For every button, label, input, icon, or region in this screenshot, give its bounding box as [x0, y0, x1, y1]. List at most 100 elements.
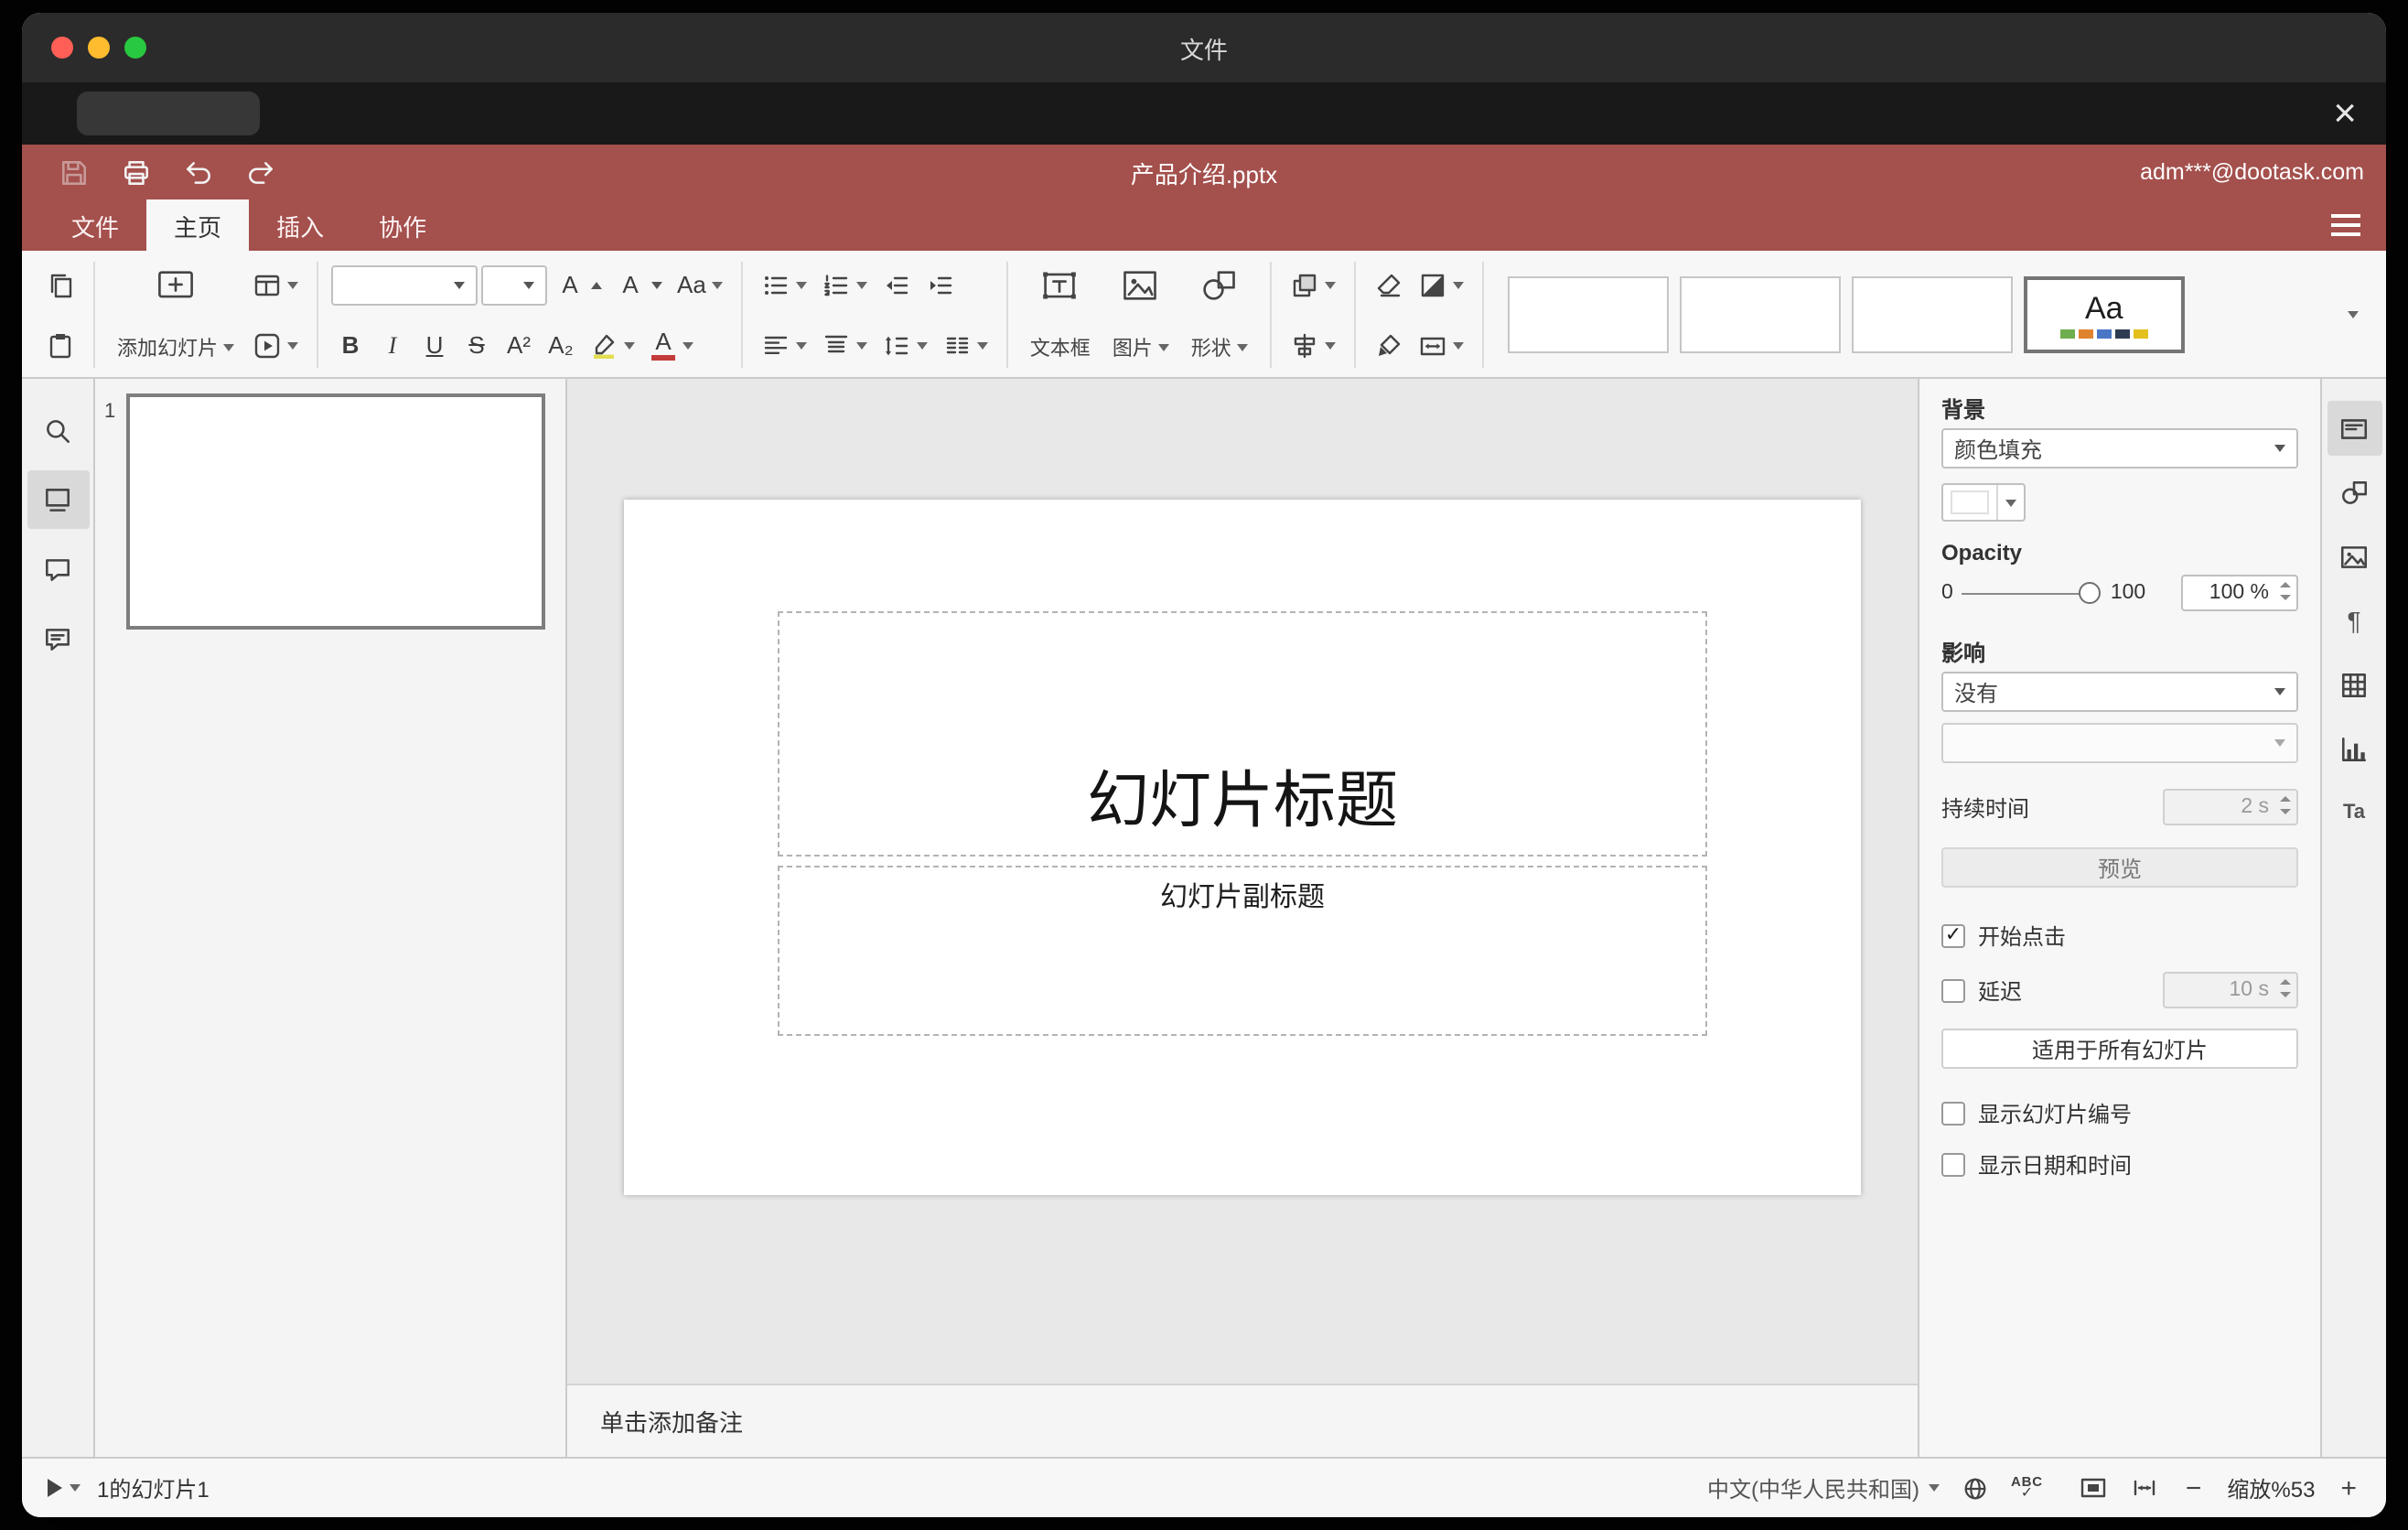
opacity-min-label: 0	[1941, 582, 1953, 604]
subscript-button[interactable]: A₂	[542, 322, 580, 368]
underline-button[interactable]: U	[415, 322, 454, 368]
decrease-indent-button[interactable]	[876, 262, 917, 307]
delay-spinner[interactable]: 10 s	[2163, 972, 2298, 1008]
start-slideshow-button[interactable]	[247, 322, 304, 368]
redo-button[interactable]	[245, 156, 276, 188]
effect-select[interactable]: 没有	[1941, 672, 2298, 712]
notes-area[interactable]: 单击添加备注	[567, 1384, 1918, 1457]
opacity-value-spinner[interactable]: 100 %	[2181, 575, 2298, 611]
bullets-button[interactable]	[756, 262, 812, 307]
copy-style-button[interactable]	[1369, 322, 1409, 368]
copy-button[interactable]	[40, 262, 81, 307]
highlight-color-button[interactable]	[584, 322, 640, 368]
tab-file[interactable]: 文件	[44, 199, 146, 251]
theme-thumbnail[interactable]	[1679, 276, 1841, 353]
chart-settings-button[interactable]	[2327, 721, 2381, 776]
theme-thumbnail-selected[interactable]: Aa	[2023, 276, 2185, 353]
title-placeholder[interactable]: 幻灯片标题	[778, 611, 1707, 857]
clear-style-button[interactable]	[1369, 262, 1409, 307]
numbering-button[interactable]	[816, 262, 873, 307]
view-settings-button[interactable]	[2306, 199, 2386, 251]
close-dialog-button[interactable]: ×	[2333, 82, 2357, 145]
chat-button[interactable]	[27, 609, 89, 668]
table-settings-button[interactable]	[2327, 657, 2381, 712]
undo-button[interactable]	[183, 156, 214, 188]
background-color-picker[interactable]	[1941, 483, 2026, 522]
shape-fill-button[interactable]	[1413, 262, 1469, 307]
show-date-checkbox[interactable]	[1941, 1153, 1965, 1177]
shape-settings-button[interactable]	[2327, 465, 2381, 520]
bold-button[interactable]: B	[331, 322, 370, 368]
paste-button[interactable]	[40, 322, 81, 368]
print-button[interactable]	[121, 156, 152, 188]
change-case-button[interactable]: Aa	[672, 262, 728, 307]
textart-settings-button[interactable]: Ta	[2327, 785, 2381, 840]
insert-shape-button[interactable]: 形状	[1182, 260, 1257, 370]
add-slide-button[interactable]: 添加幻灯片	[108, 260, 243, 370]
image-settings-button[interactable]	[2327, 529, 2381, 584]
font-name-select[interactable]	[331, 264, 478, 305]
slide[interactable]: 幻灯片标题 幻灯片副标题	[624, 500, 1861, 1195]
effect-option-select[interactable]	[1941, 723, 2298, 763]
theme-gallery-expand-button[interactable]	[2338, 292, 2368, 338]
slide-size-button[interactable]	[1413, 322, 1469, 368]
show-slide-number-row: 显示幻灯片编号	[1941, 1098, 2298, 1129]
line-spacing-button[interactable]	[876, 322, 933, 368]
duration-spinner[interactable]: 2 s	[2163, 789, 2298, 825]
theme-thumbnail[interactable]	[1851, 276, 2013, 353]
strikethrough-button[interactable]: S	[457, 322, 496, 368]
opacity-slider[interactable]	[1962, 581, 2102, 605]
opacity-slider-knob[interactable]	[2079, 581, 2102, 603]
tab-insert[interactable]: 插入	[249, 199, 351, 251]
insert-textbox-button[interactable]: 文本框	[1021, 260, 1100, 370]
show-slide-number-checkbox[interactable]	[1941, 1102, 1965, 1126]
fullscreen-traffic-light[interactable]	[124, 37, 146, 59]
subtitle-placeholder[interactable]: 幻灯片副标题	[778, 866, 1707, 1036]
spinner-arrows-icon[interactable]	[2280, 979, 2291, 997]
close-traffic-light[interactable]	[51, 37, 73, 59]
font-size-select[interactable]	[481, 264, 547, 305]
comments-button[interactable]	[27, 540, 89, 598]
align-shape-button[interactable]	[1285, 322, 1341, 368]
spinner-arrows-icon[interactable]	[2280, 796, 2291, 813]
italic-button[interactable]: I	[373, 322, 412, 368]
columns-button[interactable]	[937, 322, 994, 368]
slide-canvas: 幻灯片标题 幻灯片副标题	[567, 379, 1918, 1384]
chevron-down-icon	[454, 281, 465, 288]
fit-width-button[interactable]	[2131, 1473, 2160, 1503]
vertical-align-button[interactable]	[816, 322, 873, 368]
slide-layout-button[interactable]	[247, 262, 304, 307]
theme-thumbnail[interactable]	[1507, 276, 1669, 353]
horizontal-align-button[interactable]	[756, 322, 812, 368]
increase-indent-button[interactable]	[920, 262, 961, 307]
set-language-button[interactable]	[1962, 1474, 1989, 1502]
tab-collaboration[interactable]: 协作	[351, 199, 454, 251]
slides-panel-button[interactable]	[27, 470, 89, 529]
spellcheck-button[interactable]: ABC ✓	[2011, 1474, 2043, 1502]
insert-image-button[interactable]: 图片	[1103, 260, 1178, 370]
font-color-button[interactable]: A	[644, 322, 699, 368]
arrange-shape-button[interactable]	[1285, 262, 1341, 307]
paragraph-settings-button[interactable]: ¶	[2327, 593, 2381, 648]
minimize-traffic-light[interactable]	[88, 37, 110, 59]
increase-font-button[interactable]: A	[551, 262, 607, 307]
fit-slide-button[interactable]	[2080, 1473, 2109, 1503]
start-slideshow-status-button[interactable]	[48, 1479, 81, 1497]
chevron-down-icon	[1452, 341, 1464, 349]
language-select[interactable]: 中文(中华人民共和国)	[1707, 1472, 1940, 1503]
preview-button[interactable]: 预览	[1941, 847, 2298, 888]
decrease-font-button[interactable]: A	[611, 262, 668, 307]
tab-home[interactable]: 主页	[146, 199, 250, 251]
background-fill-select[interactable]: 颜色填充	[1941, 428, 2298, 469]
apply-to-all-slides-button[interactable]: 适用于所有幻灯片	[1941, 1029, 2298, 1069]
superscript-button[interactable]: A²	[500, 322, 538, 368]
start-on-click-checkbox[interactable]: ✓	[1941, 924, 1965, 948]
zoom-out-button[interactable]: −	[2182, 1474, 2206, 1502]
search-button[interactable]	[27, 401, 89, 459]
save-button[interactable]	[59, 156, 90, 188]
slide-settings-button[interactable]	[2327, 401, 2381, 456]
slide-thumbnail-1[interactable]	[126, 393, 545, 630]
delay-checkbox[interactable]	[1941, 978, 1965, 1002]
spinner-arrows-icon[interactable]	[2280, 582, 2291, 599]
zoom-in-button[interactable]: +	[2337, 1474, 2360, 1502]
